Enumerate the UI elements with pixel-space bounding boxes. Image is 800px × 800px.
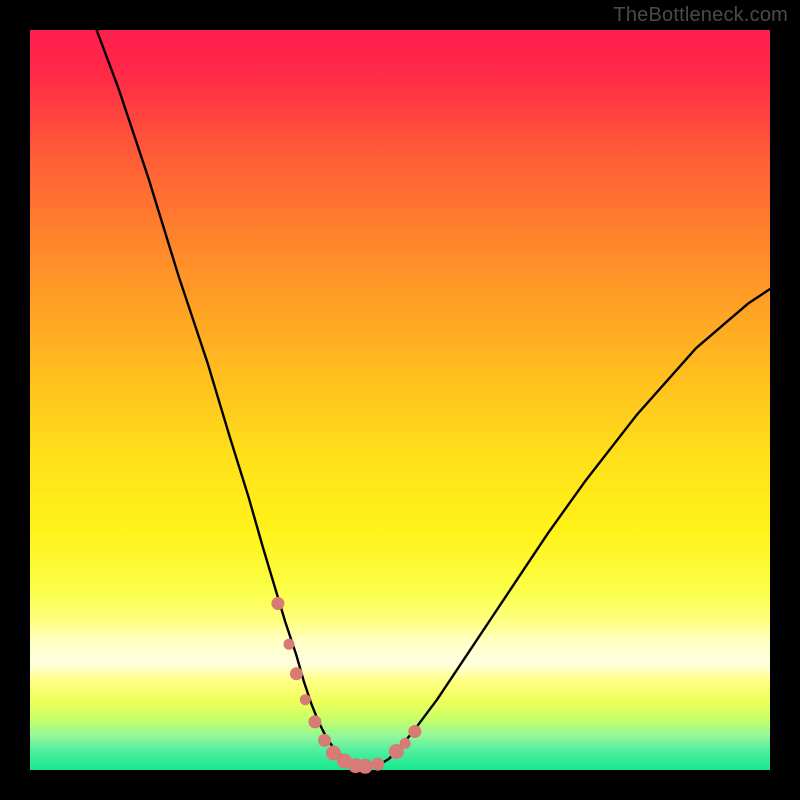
curve-marker bbox=[284, 639, 294, 649]
bottleneck-curve bbox=[97, 30, 770, 767]
curve-marker bbox=[309, 716, 321, 728]
curve-marker bbox=[272, 598, 284, 610]
curve-marker bbox=[372, 758, 384, 770]
curve-marker bbox=[400, 738, 410, 748]
watermark-text: TheBottleneck.com bbox=[613, 4, 788, 27]
curve-marker bbox=[409, 726, 421, 738]
curve-marker bbox=[358, 759, 372, 773]
chart-frame: TheBottleneck.com bbox=[0, 0, 800, 800]
curve-markers bbox=[272, 598, 421, 774]
curve-marker bbox=[300, 695, 310, 705]
curve-marker bbox=[319, 734, 331, 746]
chart-svg bbox=[30, 30, 770, 770]
curve-marker bbox=[290, 668, 302, 680]
